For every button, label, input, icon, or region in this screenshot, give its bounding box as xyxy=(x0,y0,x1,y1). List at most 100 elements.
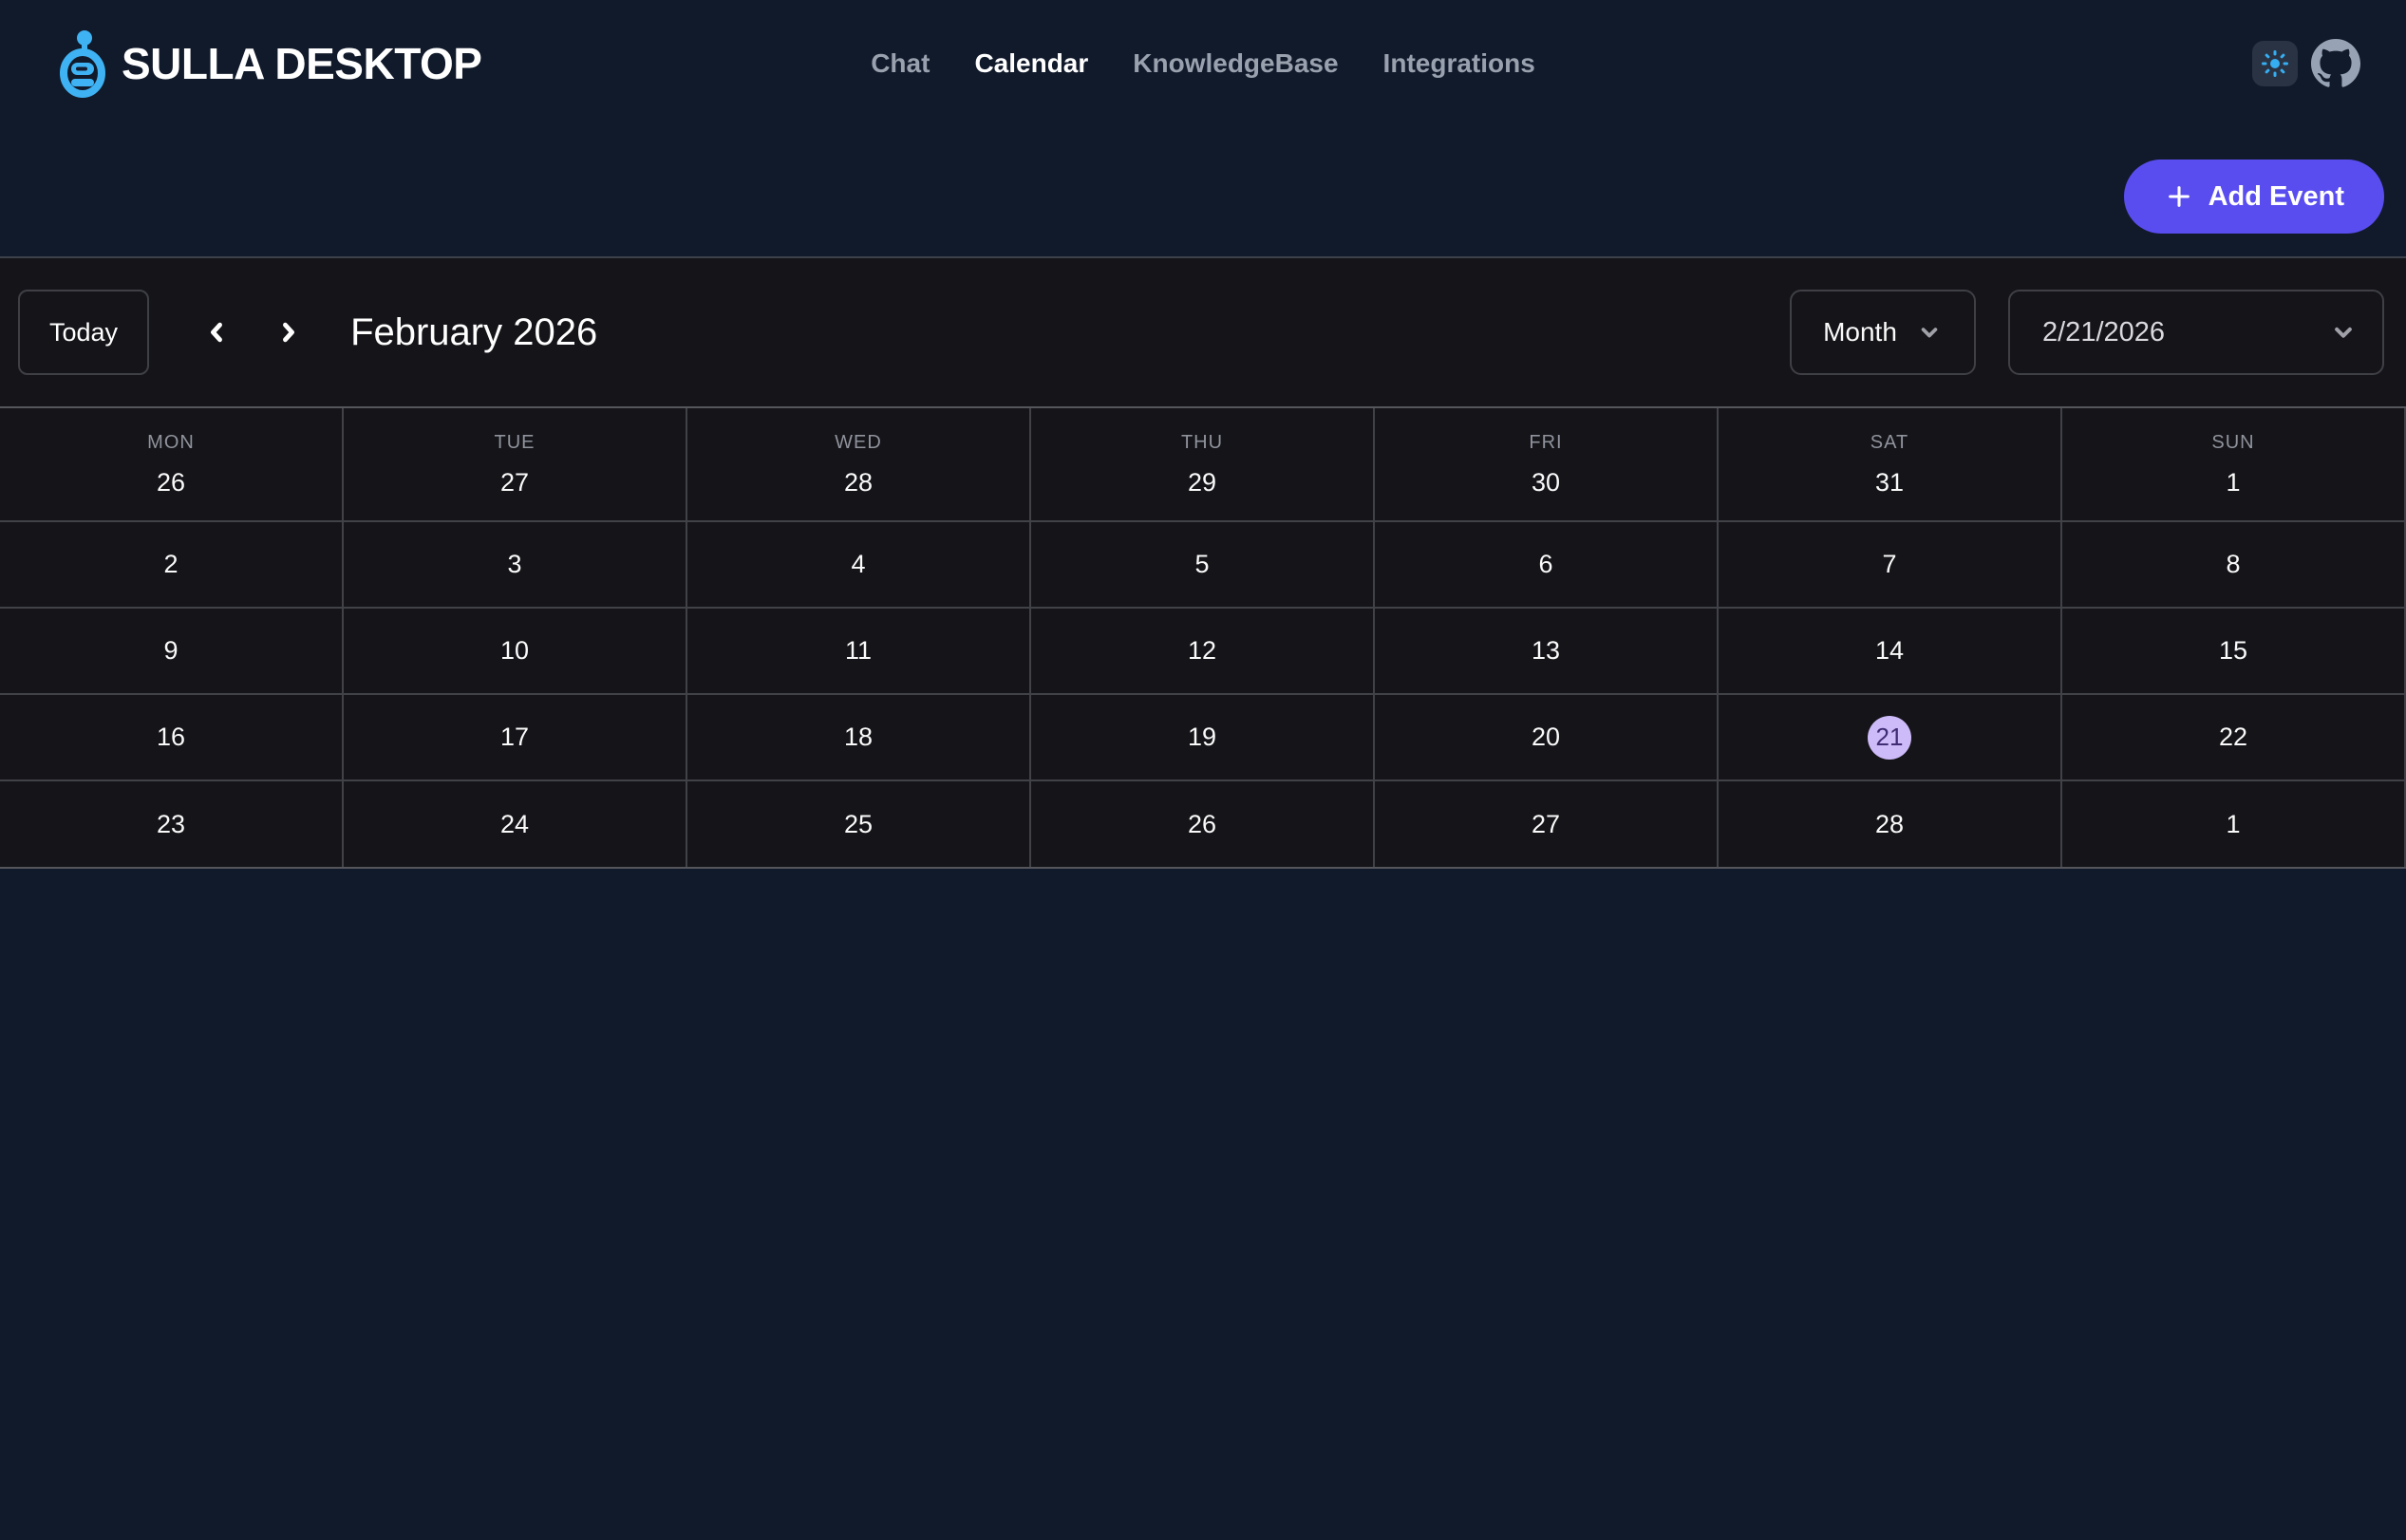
day-number: 27 xyxy=(1532,810,1560,839)
day-number: 11 xyxy=(845,636,872,666)
calendar-day-cell[interactable]: 15 xyxy=(2062,609,2406,695)
day-number: 14 xyxy=(1875,636,1904,666)
view-select[interactable]: Month xyxy=(1790,290,1976,375)
day-of-week-label: TUE xyxy=(495,432,536,454)
day-of-week-label: SAT xyxy=(1870,432,1908,454)
day-number: 22 xyxy=(2219,723,2247,752)
sun-icon xyxy=(2261,49,2289,78)
calendar-day-cell[interactable]: 27 xyxy=(1375,781,1719,867)
calendar-panel: Today February 2026 Month 2/21/2026 MON 2… xyxy=(0,256,2406,869)
day-number: 1 xyxy=(2226,810,2240,839)
calendar-day-cell[interactable]: 10 xyxy=(344,609,687,695)
calendar-toolbar: Today February 2026 Month 2/21/2026 xyxy=(0,258,2406,406)
calendar-day-cell[interactable]: 19 xyxy=(1031,695,1375,781)
theme-toggle-button[interactable] xyxy=(2252,41,2298,86)
day-number: 15 xyxy=(2219,636,2247,666)
github-icon xyxy=(2311,39,2360,88)
calendar-day-cell[interactable]: 6 xyxy=(1375,522,1719,609)
day-number: 13 xyxy=(1532,636,1560,666)
date-select[interactable]: 2/21/2026 xyxy=(2008,290,2384,375)
calendar-header-cell[interactable]: TUE 27 xyxy=(344,408,687,522)
nav-item-integrations[interactable]: Integrations xyxy=(1383,48,1535,79)
day-number: 17 xyxy=(500,723,529,752)
add-event-button[interactable]: Add Event xyxy=(2124,160,2384,234)
calendar-day-cell[interactable]: 21 xyxy=(1719,695,2062,781)
day-number: 5 xyxy=(1194,550,1209,579)
robot-icon xyxy=(59,29,106,98)
day-number: 24 xyxy=(500,810,529,839)
calendar-month-title: February 2026 xyxy=(350,311,597,354)
nav-item-knowledgebase[interactable]: KnowledgeBase xyxy=(1133,48,1338,79)
view-select-value: Month xyxy=(1823,317,1897,347)
calendar-header-cell[interactable]: MON 26 xyxy=(0,408,344,522)
day-number: 8 xyxy=(2226,550,2240,579)
top-actions xyxy=(2252,39,2360,88)
prev-month-button[interactable] xyxy=(195,310,238,354)
day-number: 12 xyxy=(1188,636,1216,666)
day-number: 4 xyxy=(851,550,865,579)
day-number: 2 xyxy=(163,550,178,579)
day-number: 10 xyxy=(500,636,529,666)
calendar-header-cell[interactable]: FRI 30 xyxy=(1375,408,1719,522)
calendar-day-cell[interactable]: 8 xyxy=(2062,522,2406,609)
calendar-day-cell[interactable]: 13 xyxy=(1375,609,1719,695)
calendar-day-cell[interactable]: 23 xyxy=(0,781,344,867)
day-of-week-label: SUN xyxy=(2211,432,2254,454)
calendar-day-cell[interactable]: 16 xyxy=(0,695,344,781)
app-title: SULLA DESKTOP xyxy=(122,38,481,89)
main-nav: Chat Calendar KnowledgeBase Integrations xyxy=(871,48,1535,79)
selected-day-badge: 21 xyxy=(1868,716,1911,760)
day-number: 9 xyxy=(163,636,178,666)
calendar-day-cell[interactable]: 28 xyxy=(1719,781,2062,867)
chevron-left-icon xyxy=(200,316,233,348)
calendar-day-cell[interactable]: 20 xyxy=(1375,695,1719,781)
calendar-day-cell[interactable]: 1 xyxy=(2062,781,2406,867)
day-number: 3 xyxy=(507,550,521,579)
calendar-day-cell[interactable]: 7 xyxy=(1719,522,2062,609)
calendar-day-cell[interactable]: 11 xyxy=(687,609,1031,695)
calendar-day-cell[interactable]: 14 xyxy=(1719,609,2062,695)
day-number: 30 xyxy=(1532,468,1560,498)
chevron-down-icon xyxy=(1916,319,1943,346)
nav-item-calendar[interactable]: Calendar xyxy=(974,48,1088,79)
calendar-day-cell[interactable]: 22 xyxy=(2062,695,2406,781)
day-number: 16 xyxy=(157,723,185,752)
top-header: SULLA DESKTOP Chat Calendar KnowledgeBase I… xyxy=(0,0,2406,256)
nav-item-chat[interactable]: Chat xyxy=(871,48,930,79)
day-number: 1 xyxy=(2226,468,2240,498)
day-of-week-label: MON xyxy=(147,432,195,454)
calendar-header-cell[interactable]: SUN 1 xyxy=(2062,408,2406,522)
calendar-day-cell[interactable]: 18 xyxy=(687,695,1031,781)
calendar-day-cell[interactable]: 3 xyxy=(344,522,687,609)
calendar-grid: MON26TUE27WED28THU29FRI30SAT31SUN1234567… xyxy=(0,406,2406,869)
calendar-day-cell[interactable]: 2 xyxy=(0,522,344,609)
day-of-week-label: FRI xyxy=(1529,432,1562,454)
next-month-button[interactable] xyxy=(267,310,310,354)
day-number: 18 xyxy=(844,723,873,752)
calendar-header-cell[interactable]: SAT31 xyxy=(1719,408,2062,522)
calendar-header-cell[interactable]: WED28 xyxy=(687,408,1031,522)
today-button[interactable]: Today xyxy=(18,290,149,375)
brand[interactable]: SULLA DESKTOP xyxy=(59,29,481,98)
chevron-right-icon xyxy=(273,316,305,348)
calendar-header-cell[interactable]: THU29 xyxy=(1031,408,1375,522)
day-number: 26 xyxy=(157,468,185,498)
day-number: 27 xyxy=(500,468,529,498)
calendar-day-cell[interactable]: 12 xyxy=(1031,609,1375,695)
calendar-day-cell[interactable]: 4 xyxy=(687,522,1031,609)
calendar-day-cell[interactable]: 5 xyxy=(1031,522,1375,609)
day-number: 26 xyxy=(1188,810,1216,839)
chevron-down-icon xyxy=(2329,318,2358,347)
day-number: 23 xyxy=(157,810,185,839)
calendar-day-cell[interactable]: 17 xyxy=(344,695,687,781)
calendar-day-cell[interactable]: 9 xyxy=(0,609,344,695)
day-number: 25 xyxy=(844,810,873,839)
add-event-row: Add Event xyxy=(0,127,2406,234)
day-number: 29 xyxy=(1188,468,1216,498)
plus-icon xyxy=(2164,181,2194,212)
day-number: 7 xyxy=(1882,550,1896,579)
calendar-day-cell[interactable]: 25 xyxy=(687,781,1031,867)
github-link[interactable] xyxy=(2311,39,2360,88)
calendar-day-cell[interactable]: 26 xyxy=(1031,781,1375,867)
calendar-day-cell[interactable]: 24 xyxy=(344,781,687,867)
